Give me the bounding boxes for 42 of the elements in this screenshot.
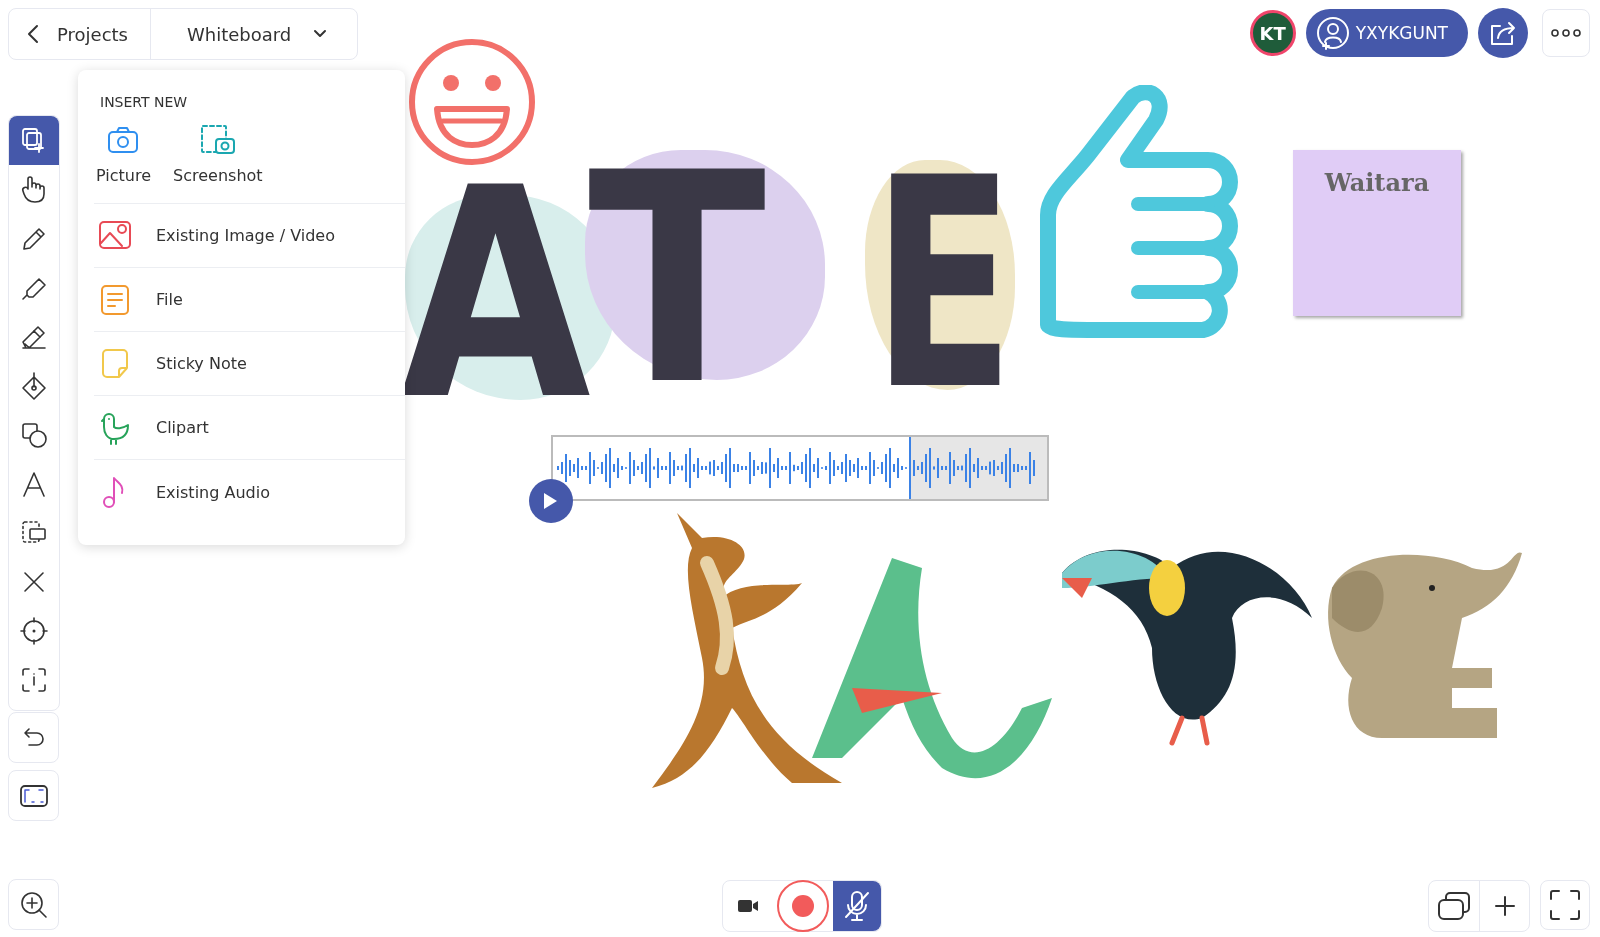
insert-option[interactable]: Screenshot — [171, 124, 265, 185]
menu-item[interactable]: Existing Image / Video — [94, 204, 405, 268]
document-icon — [98, 282, 132, 317]
invite-button[interactable]: YXYKGUNT — [1305, 9, 1468, 57]
video-camera-icon — [737, 899, 759, 913]
share-button[interactable] — [1478, 8, 1528, 58]
laser-pointer-icon — [19, 615, 49, 646]
screenshot-icon — [199, 124, 236, 156]
back-button[interactable]: Projects — [9, 9, 151, 59]
share-icon — [1488, 20, 1518, 46]
more-button[interactable] — [1542, 9, 1590, 57]
record-icon — [791, 894, 815, 918]
frame-icon — [18, 783, 49, 808]
menu-item[interactable]: File — [94, 268, 405, 332]
tool-button[interactable] — [9, 116, 59, 165]
play-icon — [542, 492, 558, 510]
menu-item[interactable]: Sticky Note — [94, 332, 405, 396]
user-avatar[interactable]: KT — [1249, 10, 1296, 56]
zoom-in-icon — [18, 889, 49, 920]
more-icon — [1551, 29, 1581, 37]
back-icon — [27, 24, 39, 44]
menu-heading: INSERT NEW — [99, 94, 189, 110]
fit-screen-button[interactable] — [8, 770, 59, 821]
fullscreen-button[interactable] — [1540, 880, 1590, 930]
plus-icon — [1493, 895, 1516, 917]
insert-option[interactable]: Picture — [94, 124, 154, 185]
board-title-dropdown[interactable]: Whiteboard — [150, 9, 358, 59]
microphone-button[interactable] — [833, 881, 881, 931]
undo-button[interactable] — [8, 712, 59, 763]
bird-icon — [98, 410, 132, 445]
pages-icon — [1437, 891, 1471, 921]
fullscreen-icon — [1549, 889, 1581, 921]
microphone-muted-icon — [842, 889, 872, 923]
play-button[interactable] — [529, 479, 573, 523]
drawn-letter: E — [872, 140, 1015, 430]
menu-item[interactable]: Clipart — [94, 396, 405, 460]
fill-bucket-icon — [19, 370, 49, 401]
zoom-in-button[interactable] — [8, 879, 59, 930]
menu-item[interactable]: Existing Audio — [94, 460, 405, 524]
sticky-note-text: Waitara — [1324, 168, 1430, 199]
chevron-down-icon — [313, 29, 328, 39]
add-user-icon — [1315, 16, 1350, 50]
